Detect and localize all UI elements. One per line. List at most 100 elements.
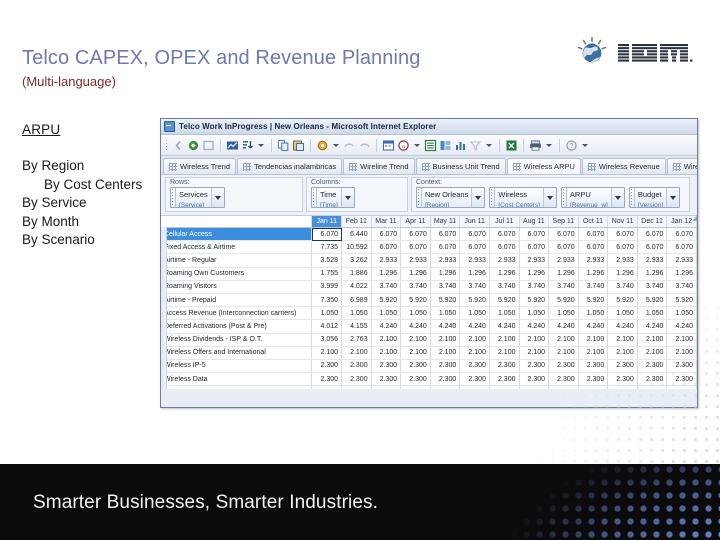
data-cell[interactable]: 2.100 [459, 333, 490, 347]
data-cell[interactable]: 7.735 [311, 240, 343, 255]
row-label[interactable]: Deferred Activations (Post & Pre) [161, 319, 313, 334]
data-cell[interactable]: 3.740 [519, 280, 550, 294]
data-cell[interactable]: 2.100 [371, 333, 402, 347]
data-cell[interactable]: 6.070 [607, 240, 638, 255]
data-cell[interactable]: 2.933 [666, 253, 697, 268]
table-row[interactable]: Deferred Activations (Post & Pre) 4.012 4.… [161, 319, 697, 334]
data-cell[interactable]: 2.300 [607, 359, 638, 374]
data-cell[interactable]: 4.240 [548, 319, 579, 334]
table-row[interactable]: Wireless Equipment Sales2.4002.4002.4002… [161, 385, 697, 389]
data-cell[interactable]: 3.740 [578, 280, 609, 294]
window-titlebar[interactable]: Telco Work InProgress | New Orleans - Mi… [161, 119, 697, 135]
data-cell[interactable]: 2.100 [666, 346, 697, 360]
data-cell[interactable]: 2.400 [430, 385, 461, 389]
data-cell[interactable]: 1.050 [607, 306, 638, 321]
data-cell[interactable]: 4.240 [371, 319, 402, 334]
data-cell[interactable]: 2.100 [489, 346, 520, 360]
paste-icon[interactable] [292, 139, 305, 152]
data-cell[interactable]: 2.300 [430, 359, 461, 374]
row-label[interactable]: Roaming Own Customers [161, 267, 313, 281]
data-cell[interactable]: 2.400 [578, 385, 609, 389]
data-cell[interactable]: 6.070 [666, 240, 697, 255]
data-cell[interactable]: 2.100 [459, 346, 490, 360]
stop-icon[interactable] [202, 139, 215, 152]
data-cell[interactable]: 1.050 [666, 306, 697, 321]
data-cell[interactable]: 6.070 [430, 227, 461, 242]
print-dropdown-caret-icon[interactable] [546, 143, 552, 147]
data-cell[interactable]: 5.920 [637, 293, 668, 308]
chart-icon[interactable] [226, 139, 239, 152]
toolbar-grip[interactable] [165, 138, 168, 152]
data-cell[interactable]: 2.400 [341, 385, 372, 389]
data-cell[interactable]: 2.300 [430, 372, 461, 387]
table-row[interactable]: Cellular Access 6.070 6.440 6.070 6.070 6.070… [161, 227, 697, 242]
data-cell[interactable]: 1.296 [371, 267, 402, 281]
chevron-down-icon[interactable] [666, 188, 680, 207]
data-cell[interactable]: 5.920 [430, 293, 461, 308]
row-label[interactable]: Access Revenue (Interconnection carriers… [161, 306, 313, 321]
row-label[interactable]: Roaming Visitors [161, 280, 313, 294]
data-cell[interactable]: 2.300 [489, 372, 520, 387]
data-cell[interactable]: 2.300 [637, 359, 668, 374]
data-cell[interactable]: 4.240 [637, 319, 668, 334]
data-cell[interactable]: 2.933 [430, 253, 461, 268]
data-cell[interactable]: 1.050 [578, 306, 609, 321]
data-cell[interactable]: 5.920 [578, 293, 609, 308]
data-cell[interactable]: 2.300 [548, 359, 579, 374]
data-cell[interactable]: 2.933 [371, 253, 402, 268]
tab-wireless-revenue[interactable]: Wireless Revenue [581, 158, 666, 174]
data-cell[interactable]: 2.300 [311, 372, 343, 387]
calculate-dropdown-caret-icon[interactable] [333, 143, 339, 147]
data-cell[interactable]: 1.050 [548, 306, 579, 321]
data-cell[interactable]: 5.920 [371, 293, 402, 308]
data-cell[interactable]: 3.740 [548, 280, 579, 294]
data-cell[interactable]: 2.933 [637, 253, 668, 268]
undo-icon[interactable] [343, 139, 356, 152]
data-cell[interactable]: 2.100 [400, 346, 431, 360]
context-version-combo[interactable]: Budget [Version] [628, 187, 681, 208]
context-cost-centers-combo[interactable]: Wireless [Cost Centers] [489, 187, 557, 208]
data-cell[interactable]: 1.296 [489, 267, 520, 281]
data-cell[interactable]: 6.989 [341, 293, 372, 308]
data-cell[interactable]: 3.740 [371, 280, 402, 294]
sort-descending-icon[interactable] [241, 139, 254, 152]
data-cell[interactable]: 2.400 [548, 385, 579, 389]
data-cell[interactable]: 4.022 [341, 280, 372, 294]
refresh-icon[interactable] [187, 139, 200, 152]
data-cell[interactable]: 1.050 [371, 306, 402, 321]
data-cell[interactable]: 5.920 [400, 293, 431, 308]
data-cell[interactable]: 4.012 [311, 319, 343, 334]
data-cell[interactable]: 2.100 [430, 333, 461, 347]
data-cell[interactable]: 3.740 [666, 280, 697, 294]
data-cell[interactable]: 1.050 [489, 306, 520, 321]
data-cell[interactable]: 6.070 [489, 227, 520, 242]
column-header[interactable]: Dec 11 [637, 216, 668, 228]
data-cell[interactable]: 2.100 [607, 333, 638, 347]
data-cell[interactable]: 6.070 [578, 240, 609, 255]
data-cell[interactable]: 2.300 [341, 359, 372, 374]
data-cell[interactable]: 6.070 [489, 240, 520, 255]
data-cell[interactable]: 2.400 [666, 385, 697, 389]
data-cell[interactable]: 1.050 [400, 306, 431, 321]
data-cell[interactable]: 6.070 [459, 227, 490, 242]
data-cell[interactable]: 1.755 [311, 267, 343, 281]
data-cell[interactable]: 2.300 [548, 372, 579, 387]
data-cell[interactable]: 6.070 [311, 227, 343, 242]
chevron-down-icon[interactable] [340, 188, 354, 207]
table-row[interactable]: Wireless Dividends - ISP & O.T. 3.056 2.76… [161, 333, 697, 347]
data-cell[interactable]: 1.296 [430, 267, 461, 281]
data-cell[interactable]: 6.070 [371, 240, 402, 255]
data-cell[interactable]: 2.933 [607, 253, 638, 268]
resize-grip-icon[interactable] [692, 216, 697, 221]
data-cell[interactable]: 6.070 [519, 227, 550, 242]
data-cell[interactable]: 2.300 [666, 359, 697, 374]
column-header[interactable]: Nov 11 [607, 216, 638, 228]
row-label[interactable]: Wireless Equipment Sales [161, 385, 313, 389]
data-cell[interactable]: 4.240 [489, 319, 520, 334]
table-row[interactable]: Wireless Data 2.300 2.300 2.300 2.300 2.300 2.… [161, 372, 697, 387]
column-header[interactable]: Sep 11 [548, 216, 579, 228]
data-cell[interactable]: 6.070 [371, 227, 402, 242]
data-cell[interactable]: 1.296 [607, 267, 638, 281]
print-icon[interactable] [529, 139, 542, 152]
data-cell[interactable]: 2.100 [489, 333, 520, 347]
